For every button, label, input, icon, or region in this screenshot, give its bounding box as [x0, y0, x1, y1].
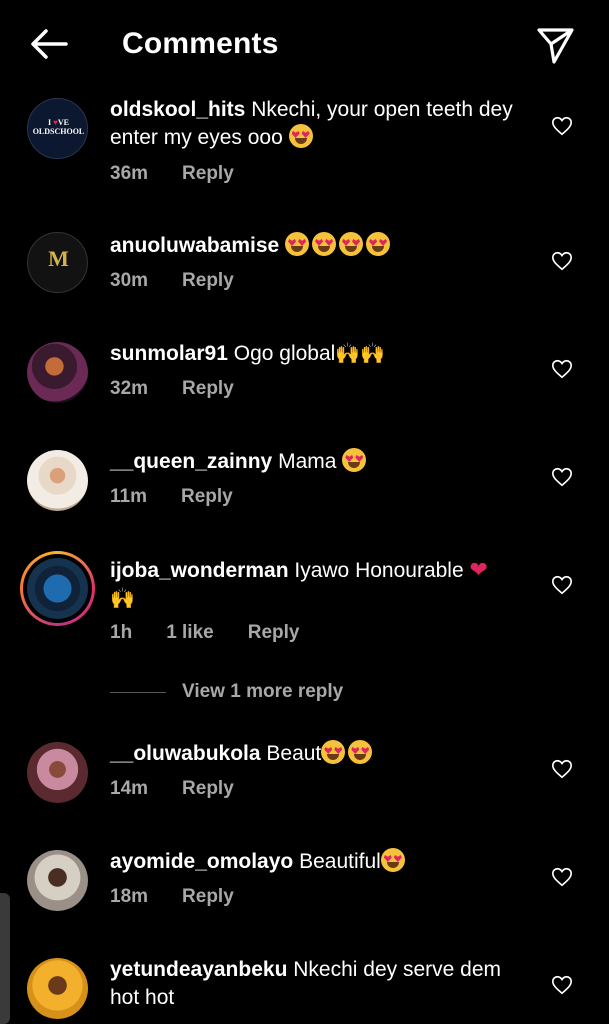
avatar: [27, 558, 88, 619]
heart-eyes-emoji: [342, 448, 367, 472]
heart-eyes-emoji: [321, 740, 346, 764]
avatar[interactable]: [27, 742, 88, 803]
comment-time: 1h: [110, 622, 133, 643]
arrow-left-icon: [31, 29, 68, 59]
comment-username[interactable]: sunmolar91: [110, 342, 228, 365]
comment-meta: 32m Reply: [110, 378, 234, 400]
reply-button[interactable]: Reply: [182, 378, 234, 400]
reply-button[interactable]: Reply: [181, 486, 233, 508]
heart-outline-icon[interactable]: [551, 866, 573, 888]
avatar[interactable]: M: [27, 232, 88, 293]
comment-time: 11m: [110, 486, 147, 507]
avatar[interactable]: [27, 342, 88, 403]
heart-eyes-emoji: [339, 232, 364, 256]
comment-item: ijoba_wonderman Iyawo Honourable ❤ 🙌 1h …: [0, 551, 609, 656]
comment-item: I ♥VE OLDSCHOOL oldskool_hits Nkechi, you…: [0, 96, 609, 196]
comment-like-count[interactable]: 1 like: [166, 622, 214, 644]
red-heart-emoji: ❤: [469, 557, 488, 582]
reply-button[interactable]: Reply: [182, 270, 234, 292]
comment-meta: 18m Reply: [110, 886, 234, 908]
heart-outline-icon[interactable]: [551, 115, 573, 137]
comment-body: sunmolar91 Ogo global🙌🙌: [110, 340, 530, 368]
comment-meta: 1h 1 like Reply: [110, 622, 299, 644]
story-ring[interactable]: [20, 551, 95, 626]
comment-username[interactable]: ijoba_wonderman: [110, 559, 289, 582]
reply-button[interactable]: Reply: [248, 622, 300, 644]
comment-body: ijoba_wonderman Iyawo Honourable ❤ 🙌: [110, 556, 530, 613]
comment-text: Ogo global: [233, 342, 336, 365]
heart-outline-icon[interactable]: [551, 250, 573, 272]
comment-body: __queen_zainny Mama: [110, 448, 530, 476]
heart-eyes-emoji: [348, 740, 373, 764]
view-more-replies-label: View 1 more reply: [182, 681, 344, 702]
back-button[interactable]: [26, 22, 70, 66]
comment-username[interactable]: __queen_zainny: [110, 450, 272, 473]
heart-outline-icon[interactable]: [551, 466, 573, 488]
comment-meta: 11m Reply: [110, 486, 233, 508]
comment-meta: 30m Reply: [110, 270, 234, 292]
comment-body: anuoluwabamise: [110, 232, 530, 260]
heart-eyes-emoji: [366, 232, 391, 256]
reply-button[interactable]: Reply: [182, 163, 234, 185]
avatar[interactable]: I ♥VE OLDSCHOOL: [27, 98, 88, 159]
comment-text: Beautiful: [299, 850, 381, 873]
avatar[interactable]: [27, 958, 88, 1019]
avatar[interactable]: [27, 850, 88, 911]
comment-body: oldskool_hits Nkechi, your open teeth de…: [110, 96, 530, 152]
comment-time: 18m: [110, 886, 149, 907]
heart-eyes-emoji: [380, 848, 405, 872]
comment-username[interactable]: anuoluwabamise: [110, 234, 279, 257]
comment-text: Iyawo Honourable: [294, 559, 464, 582]
comment-item: ayomide_omolayo Beautiful 18m Reply: [0, 848, 609, 918]
comment-item: __queen_zainny Mama 11m Reply: [0, 448, 609, 518]
heart-eyes-emoji: [288, 124, 313, 148]
comment-text: Beaut: [266, 742, 322, 765]
comment-item: yetundeayanbeku Nkechi dey serve dem hot…: [0, 956, 609, 1024]
comment-username[interactable]: yetundeayanbeku: [110, 958, 287, 981]
header-bar: Comments: [0, 0, 609, 88]
comment-item: sunmolar91 Ogo global🙌🙌 32m Reply: [0, 340, 609, 410]
heart-outline-icon[interactable]: [551, 758, 573, 780]
heart-outline-icon[interactable]: [551, 358, 573, 380]
comment-time: 30m: [110, 270, 149, 291]
comment-username[interactable]: __oluwabukola: [110, 742, 261, 765]
comment-meta: 14m Reply: [110, 778, 234, 800]
paper-plane-icon: [537, 28, 574, 64]
page-title: Comments: [122, 27, 279, 60]
view-more-replies-button[interactable]: View 1 more reply: [110, 678, 343, 706]
comment-item: __oluwabukola Beaut 14m Reply: [0, 740, 609, 810]
heart-outline-icon[interactable]: [551, 574, 573, 596]
comment-meta: 36m Reply: [110, 163, 234, 185]
reply-button[interactable]: Reply: [182, 886, 234, 908]
raised-hands-emoji: 🙌🙌: [335, 343, 386, 365]
reply-button[interactable]: Reply: [182, 778, 234, 800]
share-button[interactable]: [534, 22, 578, 66]
heart-eyes-emoji: [312, 232, 337, 256]
comment-time: 14m: [110, 778, 149, 799]
comment-time: 36m: [110, 163, 149, 184]
comment-username[interactable]: ayomide_omolayo: [110, 850, 293, 873]
scrollbar-thumb[interactable]: [0, 893, 10, 1024]
heart-outline-icon[interactable]: [551, 974, 573, 996]
heart-eyes-emoji: [285, 232, 310, 256]
comment-time: 32m: [110, 378, 149, 399]
avatar[interactable]: [27, 450, 88, 511]
divider: [110, 691, 166, 693]
comment-body: yetundeayanbeku Nkechi dey serve dem hot…: [110, 956, 530, 1012]
comment-text: Mama: [278, 450, 337, 473]
comment-body: ayomide_omolayo Beautiful: [110, 848, 530, 876]
comment-username[interactable]: oldskool_hits: [110, 98, 245, 121]
comment-body: __oluwabukola Beaut: [110, 740, 530, 768]
comment-item: M anuoluwabamise 30m Reply: [0, 232, 609, 302]
raised-hands-emoji: 🙌: [110, 588, 135, 610]
